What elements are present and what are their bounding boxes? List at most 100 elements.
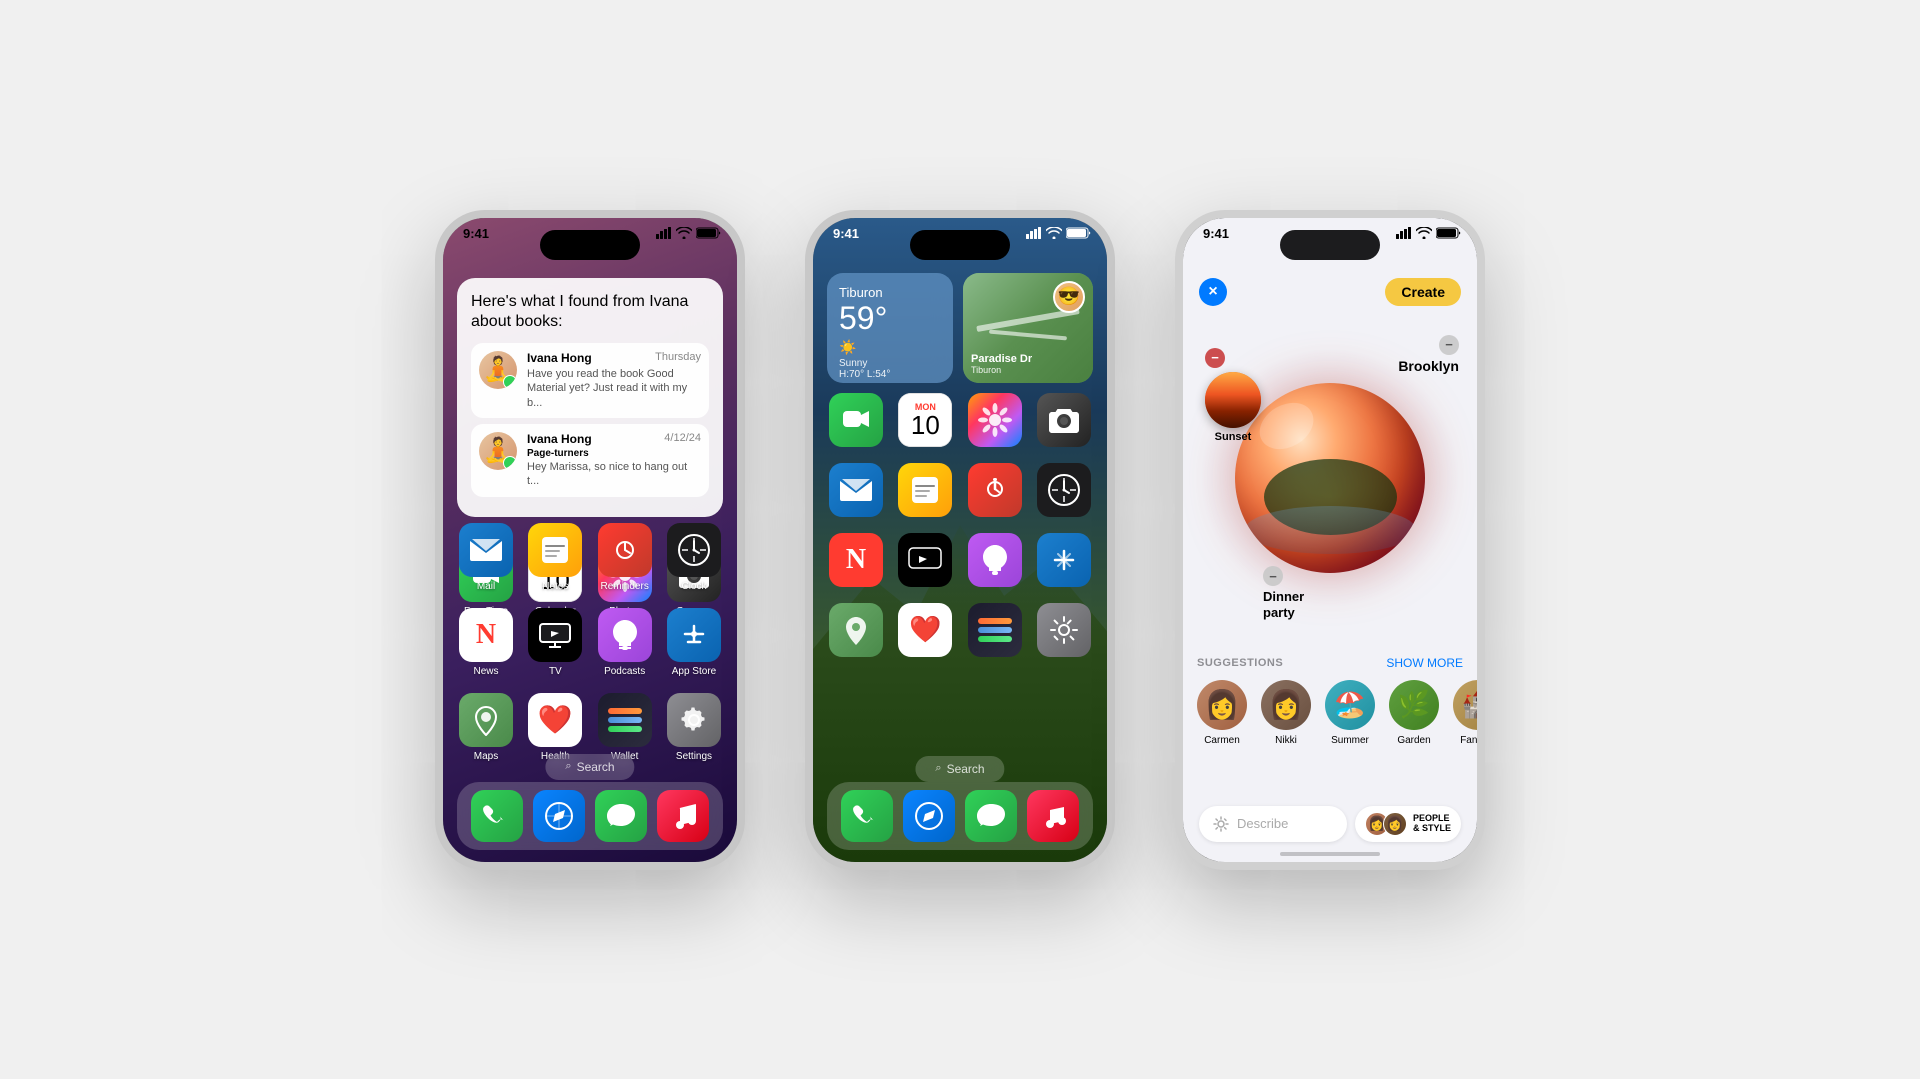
p2-settings[interactable] [1035,603,1093,657]
dynamic-island-3 [1280,230,1380,260]
app-maps[interactable]: Maps [457,693,515,762]
tv-label: TV [549,666,562,677]
dock-2 [827,782,1093,850]
brooklyn-label: Brooklyn [1398,358,1459,374]
dinner-label: Dinnerparty [1263,589,1304,620]
app-tv[interactable]: TV [526,608,584,677]
suggestions-row: 👩 Carmen 👩 Nikki 🏖️ Summer 🌿 Garden [1197,680,1463,746]
p2-news[interactable]: N [827,533,885,587]
search-text-1: Search [577,760,615,774]
p2-podcasts[interactable] [966,533,1024,587]
settings-label: Settings [676,751,712,762]
describe-input[interactable]: Describe [1199,806,1347,842]
dock2-safari[interactable] [903,790,955,842]
podcasts-label: Podcasts [604,666,645,677]
p2-camera-icon [1037,393,1091,447]
people-style-badge[interactable]: 👩 👩 PEOPLE& STYLE [1355,806,1461,842]
garden-avatar: 🌿 [1389,680,1439,730]
dock-music[interactable] [657,790,709,842]
p2-notes[interactable] [896,463,954,517]
status-icons-3 [1396,227,1461,239]
app-clock[interactable]: Clock [665,523,723,592]
status-time-1: 9:41 [463,226,489,241]
signal-icon [656,227,672,239]
summer-avatar: 🏖️ [1325,680,1375,730]
app-grid-2: MON 10 [827,393,1093,657]
playground-close-button[interactable]: × [1199,278,1227,306]
p2-calendar[interactable]: MON 10 [896,393,954,447]
app-settings[interactable]: Settings [665,693,723,762]
suggestion-carmen[interactable]: 👩 Carmen [1197,680,1247,746]
show-more-button[interactable]: SHOW MORE [1386,656,1463,670]
siri-message-2[interactable]: 🧘 Ivana Hong 4/12/24 Page-turners Hey Ma… [471,424,709,497]
dock2-phone[interactable] [841,790,893,842]
search-pill-2[interactable]: ⌕ Search [915,756,1004,782]
suggestion-nikki[interactable]: 👩 Nikki [1261,680,1311,746]
p2-photos[interactable] [966,393,1024,447]
dock-safari[interactable] [533,790,585,842]
weather-city: Tiburon [839,285,941,300]
p2-reminders-icon [968,463,1022,517]
siri-msg-header-2: Ivana Hong 4/12/24 [527,432,701,446]
p2-app-row-2 [827,463,1093,517]
sunset-minus-btn[interactable]: − [1205,348,1225,368]
wifi-icon-2 [1046,227,1062,239]
siri-message-1[interactable]: 🧘 Ivana Hong Thursday Have you read the … [471,343,709,418]
p2-wallet[interactable] [966,603,1024,657]
news-icon: N [459,608,513,662]
p2-appletv[interactable] [896,533,954,587]
dynamic-island-2 [910,230,1010,260]
siri-msg-subject: Page-turners [527,448,701,459]
dinner-bubble-group: − Dinnerparty [1263,566,1304,620]
podcasts-icon [598,608,652,662]
tv-icon [528,608,582,662]
brooklyn-minus-btn[interactable]: − [1439,335,1459,355]
maps-widget[interactable]: 😎 Paradise Dr Tiburon [963,273,1093,383]
maps-street: Paradise Dr [971,353,1032,365]
dock2-music[interactable] [1027,790,1079,842]
weather-cond: Sunny [839,358,941,369]
p2-app-row-3: N [827,533,1093,587]
dynamic-island-1 [540,230,640,260]
weather-widget[interactable]: Tiburon 59° ☀️ Sunny H:70° L:54° [827,273,953,383]
p2-appstore[interactable] [1035,533,1093,587]
app-wallet[interactable]: Wallet [596,693,654,762]
app-mail[interactable]: Mail [457,523,515,592]
search-pill-1[interactable]: ⌕ Search [545,754,634,780]
dinner-minus-btn[interactable]: − [1263,566,1283,586]
clock-label: Clock [681,581,706,592]
p2-podcasts-icon [968,533,1022,587]
app-reminders[interactable]: Reminders [596,523,654,592]
health-icon: ❤️ [528,693,582,747]
close-icon: × [1208,283,1217,301]
dock2-messages[interactable] [965,790,1017,842]
p2-health[interactable]: ❤️ [896,603,954,657]
settings-icon [667,693,721,747]
home-indicator-3 [1280,852,1380,856]
app-appstore[interactable]: App Store [665,608,723,677]
dock-messages[interactable] [595,790,647,842]
dock-phone[interactable] [471,790,523,842]
app-podcasts[interactable]: Podcasts [596,608,654,677]
p2-app-row-1: MON 10 [827,393,1093,447]
p2-reminders[interactable] [966,463,1024,517]
suggestion-summer[interactable]: 🏖️ Summer [1325,680,1375,746]
battery-icon-3 [1436,227,1461,239]
app-news[interactable]: N News [457,608,515,677]
p2-maps[interactable] [827,603,885,657]
p2-mail-icon [829,463,883,517]
siri-msg-name-1: Ivana Hong [527,351,592,365]
p2-clock[interactable] [1035,463,1093,517]
wifi-icon [676,227,692,239]
siri-header-text: Here's what I found from Ivana about boo… [471,292,709,334]
p2-facetime[interactable] [827,393,885,447]
app-notes[interactable]: Notes [526,523,584,592]
status-time-3: 9:41 [1203,226,1229,241]
suggestion-garden[interactable]: 🌿 Garden [1389,680,1439,746]
playground-create-button[interactable]: Create [1385,278,1461,306]
app-health[interactable]: ❤️ Health [526,693,584,762]
suggestions-header: SUGGESTIONS SHOW MORE [1197,656,1463,670]
p2-mail[interactable] [827,463,885,517]
suggestion-fantasy[interactable]: 🏰 Fantasy [1453,680,1477,746]
p2-camera[interactable] [1035,393,1093,447]
